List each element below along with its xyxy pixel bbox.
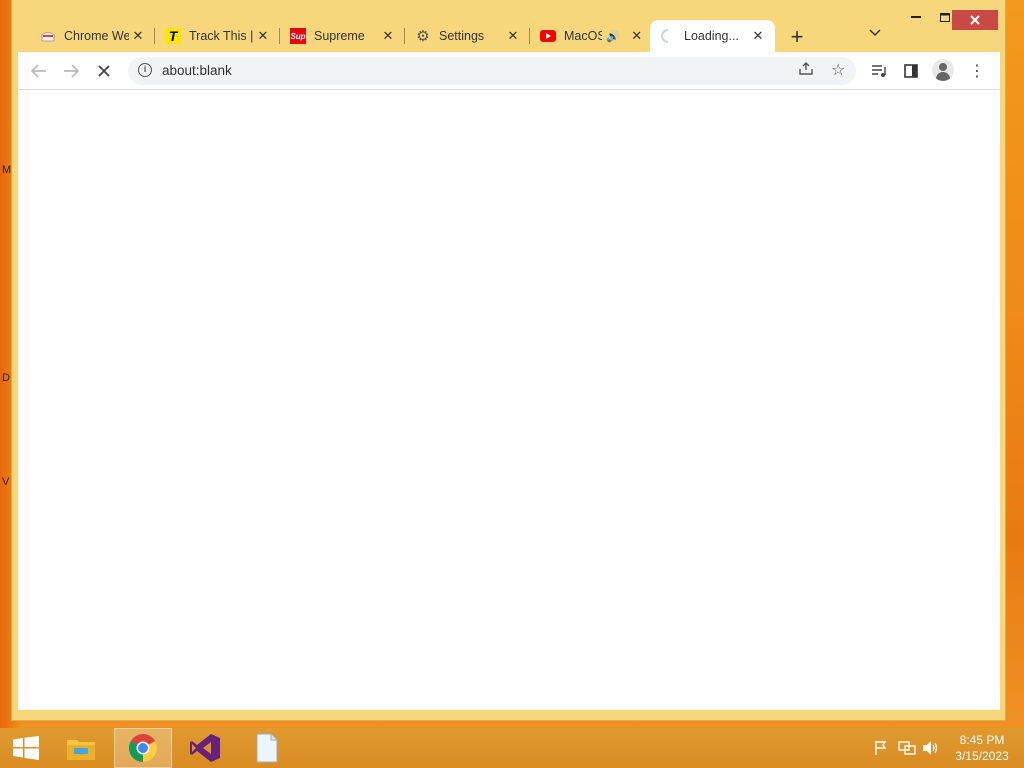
address-url[interactable]: about:blank — [162, 63, 232, 78]
file-explorer-icon[interactable] — [56, 728, 106, 768]
chrome-store-icon — [40, 28, 56, 44]
site-info-icon[interactable]: i — [138, 63, 152, 77]
desktop-icon-label: M — [2, 164, 12, 176]
trackthis-icon: T — [165, 28, 181, 44]
tab-search-chevron-icon[interactable] — [869, 26, 881, 40]
tab-supreme[interactable]: Sup Supreme ✕ — [280, 20, 405, 52]
chrome-window: Chrome We ✕ T Track This | ✕ Sup Supreme… — [12, 0, 1005, 720]
close-tab-icon[interactable]: ✕ — [504, 28, 522, 44]
desktop-icon-label: D — [2, 372, 10, 384]
forward-button[interactable] — [60, 60, 82, 82]
taskbar — [0, 728, 1024, 768]
system-clock[interactable]: 8:45 PM 3/15/2023 — [952, 732, 1012, 764]
tab-title: Chrome We — [64, 29, 129, 43]
tab-title: Settings — [439, 29, 485, 43]
share-icon[interactable] — [798, 61, 814, 79]
minimize-button[interactable] — [905, 6, 927, 28]
action-center-flag-icon[interactable] — [873, 740, 889, 759]
address-bar[interactable]: i about:blank ☆ — [128, 57, 856, 85]
tab-title: Supreme — [314, 29, 365, 43]
audio-playing-icon[interactable]: 🔊 — [606, 30, 620, 43]
clock-date: 3/15/2023 — [955, 749, 1009, 763]
notepad-icon[interactable] — [242, 728, 292, 768]
close-tab-icon[interactable]: ✕ — [628, 28, 646, 44]
browser-toolbar: i about:blank ☆ ⋮ — [18, 52, 1000, 90]
close-tab-icon[interactable]: ✕ — [254, 28, 272, 44]
gear-icon: ⚙ — [416, 28, 430, 45]
tab-youtube-macos[interactable]: MacOS 🔊 ✕ — [530, 20, 650, 52]
media-control-icon[interactable] — [868, 60, 890, 82]
new-tab-button[interactable]: + — [787, 24, 807, 50]
close-tab-icon[interactable]: ✕ — [749, 28, 767, 44]
network-icon[interactable] — [898, 740, 916, 759]
supreme-icon: Sup — [290, 28, 306, 44]
visual-studio-icon[interactable] — [180, 728, 230, 768]
tab-chrome-web-store[interactable]: Chrome We ✕ — [30, 20, 155, 52]
bookmark-star-icon[interactable]: ☆ — [831, 60, 845, 80]
windows-start-icon[interactable] — [6, 728, 46, 768]
volume-icon[interactable] — [922, 740, 940, 759]
tab-title: Track This | — [189, 29, 254, 43]
clock-time: 8:45 PM — [959, 733, 1005, 747]
chrome-taskbar-icon[interactable] — [114, 728, 172, 768]
close-window-button[interactable] — [952, 10, 998, 30]
loading-spinner-icon — [660, 28, 676, 44]
youtube-icon — [540, 28, 556, 44]
desktop-icon-label: V — [2, 476, 10, 488]
close-tab-icon[interactable]: ✕ — [379, 28, 397, 44]
side-panel-icon[interactable] — [900, 60, 922, 82]
back-button[interactable] — [28, 60, 50, 82]
more-menu-icon[interactable]: ⋮ — [966, 60, 988, 82]
tab-loading[interactable]: Loading... ✕ — [650, 20, 775, 52]
tab-title: Loading... — [684, 29, 739, 43]
tab-settings[interactable]: ⚙ Settings ✕ — [405, 20, 530, 52]
profile-avatar-icon[interactable] — [932, 59, 954, 81]
page-content-blank — [18, 90, 1000, 710]
tab-track-this[interactable]: T Track This | ✕ — [155, 20, 280, 52]
tab-strip: Chrome We ✕ T Track This | ✕ Sup Supreme… — [12, 0, 1005, 52]
tab-title: MacOS — [564, 29, 602, 43]
close-tab-icon[interactable]: ✕ — [129, 28, 147, 44]
stop-loading-button[interactable] — [93, 60, 115, 82]
